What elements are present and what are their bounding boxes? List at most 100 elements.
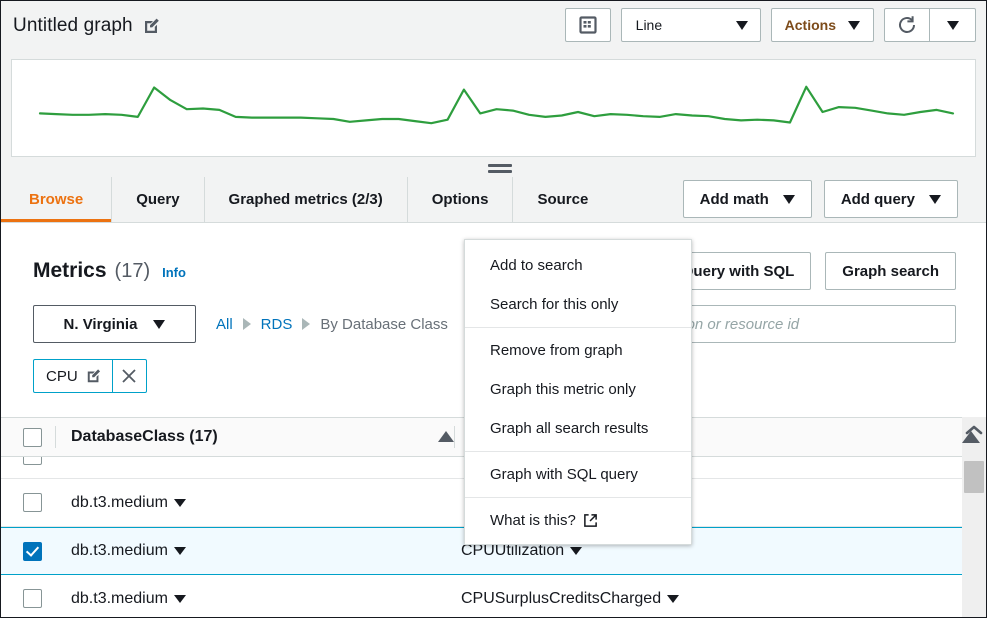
menu-item-graph-all-search-results[interactable]: Graph all search results bbox=[465, 409, 691, 448]
chip-label-area[interactable]: CPU bbox=[34, 360, 112, 392]
refresh-options-button[interactable] bbox=[930, 8, 976, 42]
chip-text: CPU bbox=[46, 368, 78, 385]
add-math-label: Add math bbox=[700, 191, 769, 208]
select-all-cell bbox=[1, 428, 63, 447]
row-checkbox[interactable] bbox=[23, 589, 42, 608]
row-checkbox-cell bbox=[1, 457, 63, 465]
tab-label: Options bbox=[432, 191, 489, 208]
page-title: Untitled graph bbox=[13, 15, 133, 37]
tab-label: Query bbox=[136, 191, 179, 208]
chevron-down-icon bbox=[736, 21, 748, 30]
select-all-checkbox[interactable] bbox=[23, 428, 42, 447]
breadcrumb: All RDS By Database Class bbox=[216, 316, 448, 333]
column-header-count: (17) bbox=[189, 428, 217, 445]
metrics-count: (17) bbox=[115, 260, 151, 283]
column-header-label: DatabaseClass bbox=[71, 428, 185, 445]
metrics-heading: Metrics (17) Info bbox=[33, 259, 186, 283]
table-row[interactable]: db.t3.medium CPUSurplusCreditsCharged bbox=[1, 575, 986, 617]
region-select[interactable]: N. Virginia bbox=[33, 305, 196, 343]
tab-label: Browse bbox=[29, 191, 83, 208]
chevron-down-icon[interactable] bbox=[174, 499, 186, 507]
tab-source[interactable]: Source bbox=[513, 177, 612, 222]
add-query-button[interactable]: Add query bbox=[824, 180, 958, 218]
chevron-down-icon[interactable] bbox=[667, 595, 679, 603]
sort-ascending-icon[interactable] bbox=[438, 431, 454, 442]
header-divider bbox=[55, 426, 56, 448]
database-class-value: db.t3.medium bbox=[71, 494, 168, 512]
metric-name-value: CPUSurplusCreditsCharged bbox=[461, 590, 661, 608]
header-controls: Line Actions bbox=[565, 8, 976, 42]
query-with-sql-label: Query with SQL bbox=[682, 263, 795, 280]
graph-header: Untitled graph Line bbox=[1, 1, 986, 51]
breadcrumb-item-by-database-class: By Database Class bbox=[320, 316, 448, 333]
row-checkbox[interactable] bbox=[23, 457, 42, 465]
menu-item-label: What is this? bbox=[490, 512, 576, 529]
refresh-icon bbox=[896, 14, 918, 36]
menu-item-remove-from-graph[interactable]: Remove from graph bbox=[465, 331, 691, 370]
tab-browse[interactable]: Browse bbox=[1, 177, 112, 222]
chevron-down-icon bbox=[848, 21, 860, 30]
chevron-down-icon[interactable] bbox=[174, 595, 186, 603]
grid-table-icon-button[interactable] bbox=[565, 8, 611, 42]
actions-button[interactable]: Actions bbox=[771, 8, 874, 42]
edit-pencil-icon bbox=[86, 368, 102, 384]
table-vertical-scrollbar[interactable] bbox=[962, 417, 986, 617]
region-and-breadcrumb-row: N. Virginia All RDS By Database Class bbox=[33, 305, 448, 343]
chart-type-select[interactable]: Line bbox=[621, 8, 761, 42]
chevron-down-icon bbox=[947, 21, 959, 30]
chevron-right-icon bbox=[243, 318, 251, 330]
breadcrumb-item-all[interactable]: All bbox=[216, 316, 233, 333]
menu-item-graph-this-metric-only[interactable]: Graph this metric only bbox=[465, 370, 691, 409]
chip-close-icon[interactable] bbox=[112, 360, 146, 392]
panel-resize-handle[interactable] bbox=[488, 161, 512, 175]
tab-query[interactable]: Query bbox=[112, 177, 204, 222]
menu-item-add-to-search[interactable]: Add to search bbox=[465, 246, 691, 285]
menu-separator bbox=[465, 497, 691, 498]
refresh-button[interactable] bbox=[884, 8, 930, 42]
menu-item-label: Graph this metric only bbox=[490, 381, 636, 398]
metric-context-menu: Add to search Search for this only Remov… bbox=[464, 239, 692, 545]
metrics-header-buttons: Query with SQL Graph search bbox=[665, 252, 956, 290]
tab-label: Graphed metrics (2/3) bbox=[229, 191, 383, 208]
chevron-right-icon bbox=[302, 318, 310, 330]
graph-preview-panel[interactable] bbox=[11, 59, 976, 157]
tab-options[interactable]: Options bbox=[408, 177, 514, 222]
menu-item-search-for-this-only[interactable]: Search for this only bbox=[465, 285, 691, 324]
refresh-group bbox=[884, 8, 976, 42]
line-chart bbox=[12, 60, 975, 156]
column-header-databaseclass[interactable]: DatabaseClass (17) bbox=[63, 428, 461, 446]
filter-chip-cpu[interactable]: CPU bbox=[33, 359, 147, 393]
panel-sort-ascending-icon[interactable] bbox=[962, 431, 980, 443]
graph-search-button[interactable]: Graph search bbox=[825, 252, 956, 290]
menu-item-label: Search for this only bbox=[490, 296, 618, 313]
scrollbar-thumb[interactable] bbox=[964, 461, 984, 493]
info-link[interactable]: Info bbox=[162, 265, 186, 280]
row-checkbox-cell bbox=[1, 542, 63, 561]
chevron-down-icon bbox=[929, 195, 941, 204]
chevron-down-icon[interactable] bbox=[174, 547, 186, 555]
tab-bar-actions: Add math Add query bbox=[683, 180, 958, 218]
tab-graphed-metrics[interactable]: Graphed metrics (2/3) bbox=[205, 177, 408, 222]
menu-item-what-is-this[interactable]: What is this? bbox=[465, 501, 691, 540]
cell-database-class: db.t3.medium bbox=[63, 590, 453, 608]
graph-search-label: Graph search bbox=[842, 263, 939, 280]
edit-pencil-icon[interactable] bbox=[142, 16, 162, 36]
row-checkbox[interactable] bbox=[23, 542, 42, 561]
metrics-title: Metrics bbox=[33, 259, 107, 283]
grid-table-icon bbox=[578, 15, 598, 35]
actions-label: Actions bbox=[785, 17, 836, 33]
chevron-down-icon[interactable] bbox=[570, 547, 582, 555]
database-class-value: db.t3.medium bbox=[71, 542, 168, 560]
row-checkbox-cell bbox=[1, 493, 63, 512]
row-checkbox[interactable] bbox=[23, 493, 42, 512]
chevron-down-icon bbox=[153, 320, 165, 329]
cell-metric-name: CPUSurplusCreditsCharged bbox=[453, 590, 679, 608]
region-value: N. Virginia bbox=[64, 316, 138, 333]
menu-item-label: Graph all search results bbox=[490, 420, 648, 437]
menu-item-label: Remove from graph bbox=[490, 342, 623, 359]
menu-separator bbox=[465, 451, 691, 452]
tab-label: Source bbox=[537, 191, 588, 208]
add-math-button[interactable]: Add math bbox=[683, 180, 812, 218]
menu-item-graph-with-sql-query[interactable]: Graph with SQL query bbox=[465, 455, 691, 494]
breadcrumb-item-rds[interactable]: RDS bbox=[261, 316, 293, 333]
